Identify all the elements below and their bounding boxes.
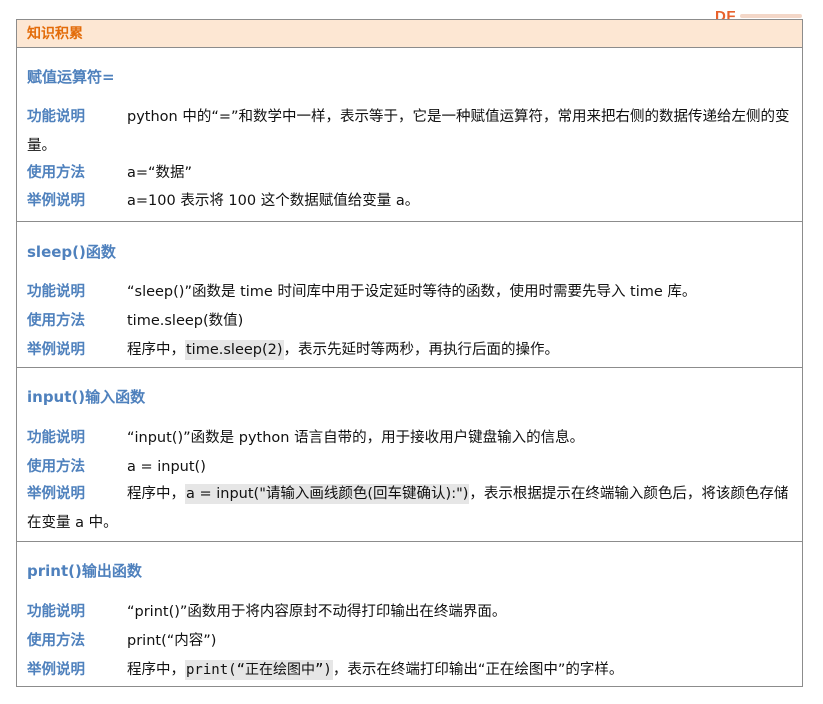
section-print-function: print()输出函数 功能说明 “print()”函数用于将内容原封不动得打印输… (17, 542, 802, 686)
usage-text: print(“内容”) (127, 633, 217, 649)
example-label: 举例说明 (27, 342, 85, 358)
function-row: 功能说明 “print()”函数用于将内容原封不动得打印输出在终端界面。 (27, 600, 802, 624)
example-label: 举例说明 (27, 193, 85, 209)
section-assignment-operator: 赋值运算符= 功能说明 python 中的“=”和数学中一样，表示等于，它是一种赋… (17, 48, 802, 222)
function-row: 功能说明 python 中的“=”和数学中一样，表示等于，它是一种赋值运算符，常用… (27, 103, 797, 161)
example-code: time.sleep(2) (185, 340, 284, 360)
example-code: a = input("请输入画线颜色(回车键确认):") (185, 484, 470, 504)
function-text: “sleep()”函数是 time 时间库中用于设定延时等待的函数，使用时需要先… (127, 284, 697, 300)
example-text: a=100 表示将 100 这个数据赋值给变量 a。 (127, 193, 420, 209)
function-label: 功能说明 (27, 604, 85, 620)
example-suffix: ，表示先延时等两秒，再执行后面的操作。 (283, 342, 560, 358)
usage-text: time.sleep(数值) (127, 313, 244, 329)
usage-row: 使用方法 a = input() (27, 455, 802, 479)
example-prefix: 程序中， (127, 486, 185, 502)
example-row: 举例说明 a=100 表示将 100 这个数据赋值给变量 a。 (27, 189, 802, 213)
section-title: sleep()函数 (27, 243, 116, 261)
usage-text: a=“数据” (127, 165, 193, 181)
function-row: 功能说明 “sleep()”函数是 time 时间库中用于设定延时等待的函数，使用… (27, 280, 802, 304)
table-header: 知识积累 (17, 20, 802, 48)
example-row: 举例说明 程序中，a = input("请输入画线颜色(回车键确认):")，表示根… (27, 480, 797, 538)
function-row: 功能说明 “input()”函数是 python 语言自带的，用于接收用户键盘输入… (27, 426, 802, 450)
usage-row: 使用方法 a=“数据” (27, 161, 802, 185)
example-prefix: 程序中， (127, 662, 185, 678)
example-row: 举例说明 程序中，time.sleep(2)，表示先延时等两秒，再执行后面的操作。 (27, 338, 802, 362)
brand-logo-mark (740, 14, 802, 18)
example-prefix: 程序中， (127, 342, 185, 358)
section-title: input()输入函数 (27, 388, 146, 406)
function-label: 功能说明 (27, 284, 85, 300)
usage-text: a = input() (127, 459, 206, 475)
usage-label: 使用方法 (27, 313, 85, 329)
example-code: print(“正在绘图中”) (185, 660, 333, 680)
usage-row: 使用方法 print(“内容”) (27, 629, 802, 653)
section-input-function: input()输入函数 功能说明 “input()”函数是 python 语言自带… (17, 368, 802, 542)
function-label: 功能说明 (27, 109, 85, 125)
function-text: “print()”函数用于将内容原封不动得打印输出在终端界面。 (127, 604, 507, 620)
example-row: 举例说明 程序中，print(“正在绘图中”)，表示在终端打印输出“正在绘图中”的… (27, 658, 802, 682)
usage-label: 使用方法 (27, 459, 85, 475)
function-label: 功能说明 (27, 430, 85, 446)
knowledge-table: 知识积累 赋值运算符= 功能说明 python 中的“=”和数学中一样，表示等于，… (16, 19, 803, 687)
function-text: “input()”函数是 python 语言自带的，用于接收用户键盘输入的信息。 (127, 430, 585, 446)
example-label: 举例说明 (27, 486, 85, 502)
section-title: print()输出函数 (27, 562, 142, 580)
section-title: 赋值运算符= (27, 68, 115, 86)
usage-label: 使用方法 (27, 165, 85, 181)
section-sleep-function: sleep()函数 功能说明 “sleep()”函数是 time 时间库中用于设定… (17, 222, 802, 368)
usage-row: 使用方法 time.sleep(数值) (27, 309, 802, 333)
example-suffix: ，表示在终端打印输出“正在绘图中”的字样。 (332, 662, 624, 678)
usage-label: 使用方法 (27, 633, 85, 649)
example-label: 举例说明 (27, 662, 85, 678)
function-text: python 中的“=”和数学中一样，表示等于，它是一种赋值运算符，常用来把右侧… (27, 109, 790, 154)
